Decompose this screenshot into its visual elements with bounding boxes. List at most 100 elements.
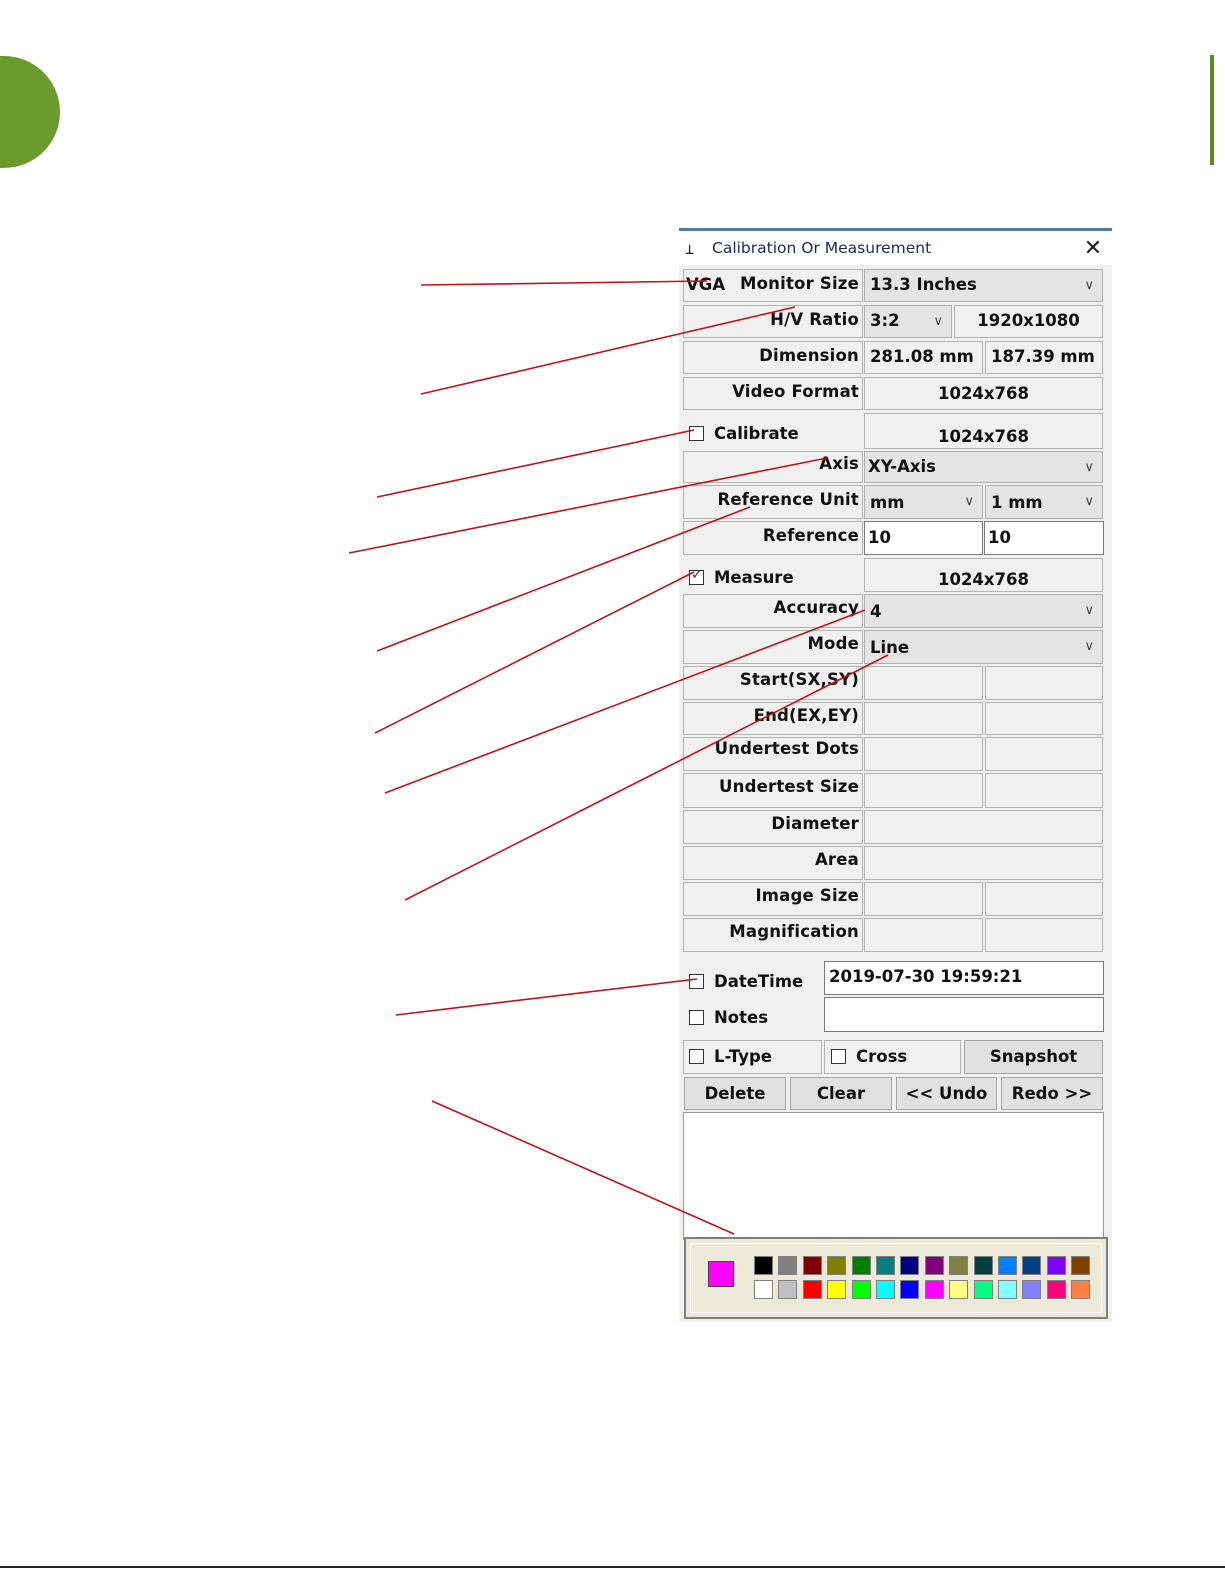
- reference-unit-select[interactable]: mm ∨: [864, 485, 983, 519]
- dimension-height-cell: 187.39 mm: [985, 341, 1103, 374]
- color-swatch[interactable]: [851, 1256, 871, 1275]
- monitor-size-label-cell: VGA Monitor Size: [683, 269, 863, 302]
- measure-checkbox[interactable]: ✓: [689, 567, 704, 585]
- undertest-size-label: Undertest Size: [719, 777, 859, 796]
- magnification-y-cell: [985, 918, 1103, 952]
- reference-unit-label-cell: Reference Unit: [683, 485, 863, 519]
- cross-checkbox[interactable]: [831, 1049, 846, 1064]
- datetime-value: 2019-07-30 19:59:21: [829, 967, 1023, 986]
- hv-ratio-value: 3:2: [870, 311, 900, 330]
- hv-ratio-label-cell: H/V Ratio: [683, 305, 863, 338]
- cross-cell: Cross: [824, 1040, 961, 1074]
- accuracy-label: Accuracy: [773, 598, 859, 617]
- undertest-dots-y-cell: [985, 737, 1103, 771]
- notes-label: Notes: [714, 1008, 769, 1027]
- notes-checkbox[interactable]: [689, 1010, 704, 1025]
- color-swatch[interactable]: [876, 1280, 895, 1299]
- video-format-value: 1024x768: [937, 384, 1029, 403]
- footer-rule: [0, 1566, 1225, 1568]
- color-swatch[interactable]: [924, 1256, 944, 1275]
- color-swatch[interactable]: [1046, 1256, 1066, 1275]
- end-label-cell: End(EX,EY): [683, 702, 863, 735]
- diameter-value-cell: [864, 810, 1103, 844]
- redo-button[interactable]: Redo >>: [1001, 1077, 1103, 1110]
- color-swatch[interactable]: [949, 1280, 969, 1299]
- color-swatch[interactable]: [827, 1280, 847, 1299]
- monitor-size-select[interactable]: 13.3 Inches ∨: [864, 269, 1103, 302]
- leader-datetime: [395, 978, 698, 1016]
- reference-step-value: 1 mm: [991, 493, 1043, 512]
- axis-value: XY-Axis: [868, 457, 936, 476]
- accuracy-label-cell: Accuracy: [683, 594, 863, 628]
- dimension-width-value: 281.08 mm: [870, 347, 974, 366]
- ltype-checkbox[interactable]: [689, 1049, 704, 1064]
- datetime-checkbox[interactable]: [689, 974, 704, 989]
- color-swatch[interactable]: [924, 1280, 944, 1299]
- magnification-label: Magnification: [729, 922, 859, 941]
- color-swatch[interactable]: [900, 1256, 920, 1275]
- color-swatch[interactable]: [998, 1280, 1017, 1299]
- measurement-list[interactable]: [683, 1112, 1104, 1240]
- chevron-down-icon: ∨: [1084, 494, 1094, 509]
- color-swatch[interactable]: [973, 1256, 993, 1275]
- reference-y-value: 10: [988, 528, 1011, 547]
- measure-label: Measure: [714, 568, 794, 587]
- close-button[interactable]: ✕: [1079, 236, 1107, 262]
- reference-x-input[interactable]: 10: [864, 521, 983, 555]
- color-swatch[interactable]: [998, 1256, 1017, 1275]
- current-color-swatch[interactable]: [708, 1261, 734, 1287]
- undertest-size-x-cell: [864, 773, 983, 808]
- mode-select[interactable]: Line ∨: [864, 630, 1103, 664]
- mode-label-cell: Mode: [683, 630, 863, 664]
- color-swatch[interactable]: [949, 1256, 969, 1275]
- undo-button[interactable]: << Undo: [896, 1077, 997, 1110]
- color-swatch[interactable]: [876, 1256, 895, 1275]
- color-swatch[interactable]: [851, 1280, 871, 1299]
- vga-label: VGA: [686, 275, 726, 294]
- video-format-cell: 1024x768: [864, 377, 1103, 410]
- title-bar[interactable]: ⊥ Calibration Or Measurement ✕: [679, 231, 1112, 265]
- resolution-value: 1920x1080: [977, 311, 1080, 330]
- hv-ratio-select[interactable]: 3:2 ∨: [864, 305, 952, 338]
- color-swatch[interactable]: [1022, 1280, 1042, 1299]
- color-swatch[interactable]: [778, 1256, 798, 1275]
- color-swatch[interactable]: [1046, 1280, 1066, 1299]
- measure-ruler-icon: ⊥: [685, 240, 695, 258]
- color-swatch[interactable]: [754, 1256, 773, 1275]
- reference-step-select[interactable]: 1 mm ∨: [985, 485, 1103, 519]
- color-palette: [684, 1237, 1108, 1319]
- color-swatch[interactable]: [1022, 1256, 1042, 1275]
- color-swatch[interactable]: [973, 1280, 993, 1299]
- ltype-label: L-Type: [714, 1047, 772, 1066]
- color-swatch[interactable]: [827, 1256, 847, 1275]
- calibrate-format-cell: 1024x768: [864, 413, 1103, 449]
- notes-input[interactable]: [824, 997, 1104, 1032]
- delete-button[interactable]: Delete: [684, 1077, 786, 1110]
- color-swatch[interactable]: [802, 1280, 822, 1299]
- axis-select[interactable]: XY-Axis ∨: [864, 451, 1103, 483]
- color-swatch[interactable]: [1071, 1280, 1091, 1299]
- calibrate-checkbox[interactable]: [689, 426, 704, 441]
- color-swatch[interactable]: [900, 1280, 920, 1299]
- axis-label: Axis: [819, 454, 859, 473]
- color-swatch[interactable]: [1071, 1256, 1091, 1275]
- reference-y-input[interactable]: 10: [984, 521, 1104, 555]
- dimension-width-cell: 281.08 mm: [864, 341, 983, 374]
- undertest-dots-x-cell: [864, 737, 983, 771]
- snapshot-button[interactable]: Snapshot: [964, 1040, 1103, 1074]
- color-swatch[interactable]: [754, 1280, 773, 1299]
- color-swatch[interactable]: [802, 1256, 822, 1275]
- mode-label: Mode: [807, 634, 859, 653]
- accuracy-select[interactable]: 4 ∨: [864, 594, 1103, 628]
- measure-format-cell: 1024x768: [864, 558, 1103, 592]
- clear-button[interactable]: Clear: [790, 1077, 892, 1110]
- color-swatch[interactable]: [778, 1280, 798, 1299]
- reference-unit-value: mm: [870, 493, 905, 512]
- reference-label: Reference: [762, 526, 859, 545]
- accuracy-value: 4: [870, 602, 882, 621]
- image-size-w-cell: [864, 882, 983, 916]
- undertest-size-y-cell: [985, 773, 1103, 808]
- datetime-input[interactable]: 2019-07-30 19:59:21: [824, 961, 1104, 995]
- calibration-dialog: ⊥ Calibration Or Measurement ✕ VGA Monit…: [679, 228, 1112, 1322]
- datetime-label: DateTime: [714, 972, 804, 991]
